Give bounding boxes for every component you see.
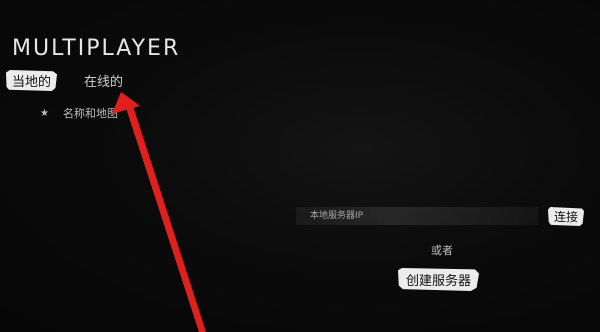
connect-button[interactable]: 连接	[548, 207, 585, 226]
tab-online[interactable]: 在线的	[84, 71, 123, 90]
tab-local[interactable]: 当地的	[6, 70, 58, 91]
arrow-shaft	[125, 103, 206, 332]
page-title: MULTIPLAYER	[12, 36, 181, 61]
create-server-button[interactable]: 创建服务器	[398, 268, 480, 291]
sort-row[interactable]: ★ 名称和地图	[40, 105, 118, 121]
server-ip-input[interactable]	[296, 207, 538, 225]
multiplayer-screen: MULTIPLAYER 当地的 在线的 ★ 名称和地图 连接 或者 创建服务器	[0, 0, 600, 332]
or-label: 或者	[431, 244, 453, 257]
star-icon: ★	[40, 107, 49, 119]
sort-label: 名称和地图	[62, 107, 118, 120]
